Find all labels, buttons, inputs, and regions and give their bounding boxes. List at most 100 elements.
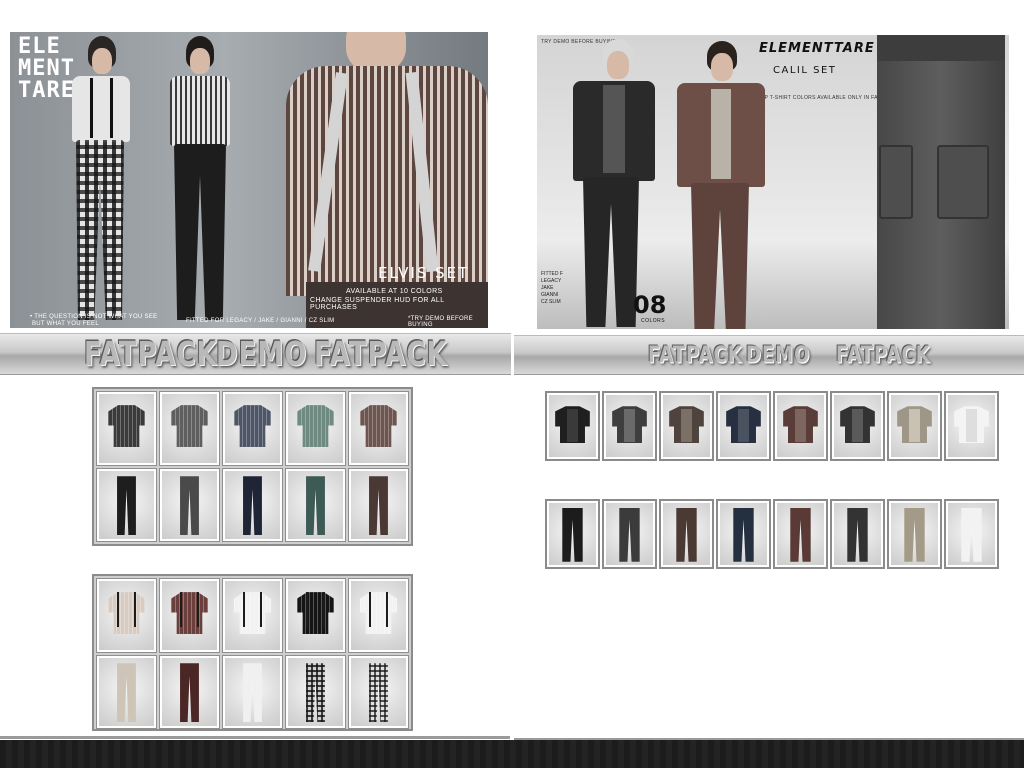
calil-jacket-tile [716, 391, 771, 461]
shirt-swatch [359, 405, 398, 448]
elvis-g2-pants-tile [285, 655, 346, 729]
suspender-strap [306, 592, 309, 628]
calil-jacket-tile [944, 391, 999, 461]
pants-swatch [961, 507, 982, 562]
shirt-swatch [296, 405, 335, 448]
tank-top-swatch [567, 408, 578, 442]
shirt-swatch [233, 405, 272, 448]
calil-jacket-tile [830, 391, 885, 461]
elvis-g1-pants-tile [348, 468, 409, 542]
suspender-strap [259, 592, 262, 628]
quote-line-2: BUT WHAT YOU FEEL [32, 321, 100, 327]
tank-top-swatch [795, 408, 806, 442]
elvis-swatch-grid-2 [92, 574, 413, 731]
calil-jacket-tile [659, 391, 714, 461]
tank-top-swatch [966, 408, 977, 442]
elvis-g1-pants-tile [159, 468, 220, 542]
elvis-g2-pants-tile [348, 655, 409, 729]
calil-pants-tile [887, 499, 942, 569]
suspender-strap [243, 592, 246, 628]
suspender-strap [322, 592, 325, 628]
suspender-strap [196, 592, 199, 628]
left-banner-word-3: FATPACK [314, 336, 448, 374]
model-closeup-striped-shirt [286, 32, 488, 328]
pants-swatch [369, 476, 388, 536]
elvis-g1-shirt-tile [159, 391, 220, 466]
elvis-g1-shirt-tile [285, 391, 346, 466]
calil-pants-tile [545, 499, 600, 569]
bottom-dark-strip [0, 740, 1024, 768]
model-plaid-outfit [66, 36, 136, 326]
elvis-set-hero-image: ELE MENT TARE ELVIS SET AVAILABLE AT 10 … [10, 32, 488, 328]
elvis-g1-shirt-tile [96, 391, 157, 466]
pants-swatch [180, 476, 199, 536]
calil-jacket-swatch-row [545, 391, 1005, 463]
calil-pants-tile [659, 499, 714, 569]
elvis-g1-shirt-tile [348, 391, 409, 466]
model-black-jacket [569, 39, 659, 329]
calil-set-title: CALIL SET [773, 65, 837, 76]
calil-fitted-list: FITTED F LEGACY JAKE GIANNI CZ SLIM [541, 271, 563, 305]
suspender-strap [385, 592, 388, 628]
elvis-g2-pants-tile [96, 655, 157, 729]
calil-jacket-tile [545, 391, 600, 461]
suspender-strap [180, 592, 183, 628]
elvis-g1-pants-tile [222, 468, 283, 542]
elvis-g2-shirt-tile [285, 578, 346, 653]
pants-swatch [619, 507, 640, 562]
suspender-strap [133, 592, 136, 628]
right-banner-word-3: FATPACK [836, 342, 931, 369]
elvis-g2-shirt-tile [348, 578, 409, 653]
tank-top-swatch [681, 408, 692, 442]
tank-top-swatch [909, 408, 920, 442]
left-fatpack-demo-banner: FATPACK DEMO FATPACK [0, 333, 511, 375]
shirt-swatch [359, 592, 398, 635]
shirt-swatch [233, 592, 272, 635]
pants-swatch [306, 663, 325, 723]
pants-swatch [676, 507, 697, 562]
calil-pants-tile [602, 499, 657, 569]
pants-swatch [180, 663, 199, 723]
left-banner-word-2: DEMO [216, 336, 308, 374]
calil-jacket-tile [602, 391, 657, 461]
elvis-g2-pants-tile [222, 655, 283, 729]
suspender-strap [117, 592, 120, 628]
right-banner-word-1: FATPACK [648, 342, 743, 369]
shirt-swatch [107, 592, 146, 635]
pants-swatch [306, 476, 325, 536]
elvis-g2-shirt-tile [222, 578, 283, 653]
calil-pants-tile [716, 499, 771, 569]
pants-swatch [847, 507, 868, 562]
left-banner-word-1: FATPACK [84, 336, 218, 374]
shirt-swatch [296, 592, 335, 635]
tank-top-swatch [738, 408, 749, 442]
calil-color-count: 08 [633, 291, 667, 319]
calil-pants-tile [773, 499, 828, 569]
pants-swatch [117, 476, 136, 536]
elvis-g1-shirt-tile [222, 391, 283, 466]
left-bottom-divider [0, 736, 510, 739]
calil-pants-tile [830, 499, 885, 569]
right-banner-word-2: DEMO [746, 342, 811, 369]
calil-brand-logo: ELEMENTTARE [759, 41, 875, 56]
elvis-g2-shirt-tile [96, 578, 157, 653]
calil-jacket-tile [887, 391, 942, 461]
elvis-g2-shirt-tile [159, 578, 220, 653]
elvis-swatch-grid-1 [92, 387, 413, 546]
pants-swatch [369, 663, 388, 723]
pants-swatch [790, 507, 811, 562]
elvis-fitted-note: FITTED FOR LEGACY / JAKE / GIANNI / CZ S… [186, 318, 335, 324]
elvis-set-title: ELVIS SET [378, 264, 470, 282]
model-striped-outfit [160, 36, 240, 326]
quote-line-1: • THE QUESTION IS NOT WHAT YOU SEE [30, 314, 158, 320]
calil-set-hero-image: TRY DEMO BEFORE BUYING ELEMENTTARE CALIL… [537, 35, 1009, 329]
elvis-try-demo-note: *TRY DEMO BEFORE BUYING [408, 316, 473, 328]
right-fatpack-demo-banner: FATPACK DEMO FATPACK [514, 335, 1024, 375]
elvis-set-hud-info: CHANGE SUSPENDER HUD FOR ALL PURCHASES [310, 297, 445, 311]
calil-color-count-label: COLORS [641, 318, 666, 324]
elvis-g1-pants-tile [96, 468, 157, 542]
calil-pants-tile [944, 499, 999, 569]
pants-swatch [733, 507, 754, 562]
elvis-g2-pants-tile [159, 655, 220, 729]
pants-closeup [877, 35, 1005, 329]
